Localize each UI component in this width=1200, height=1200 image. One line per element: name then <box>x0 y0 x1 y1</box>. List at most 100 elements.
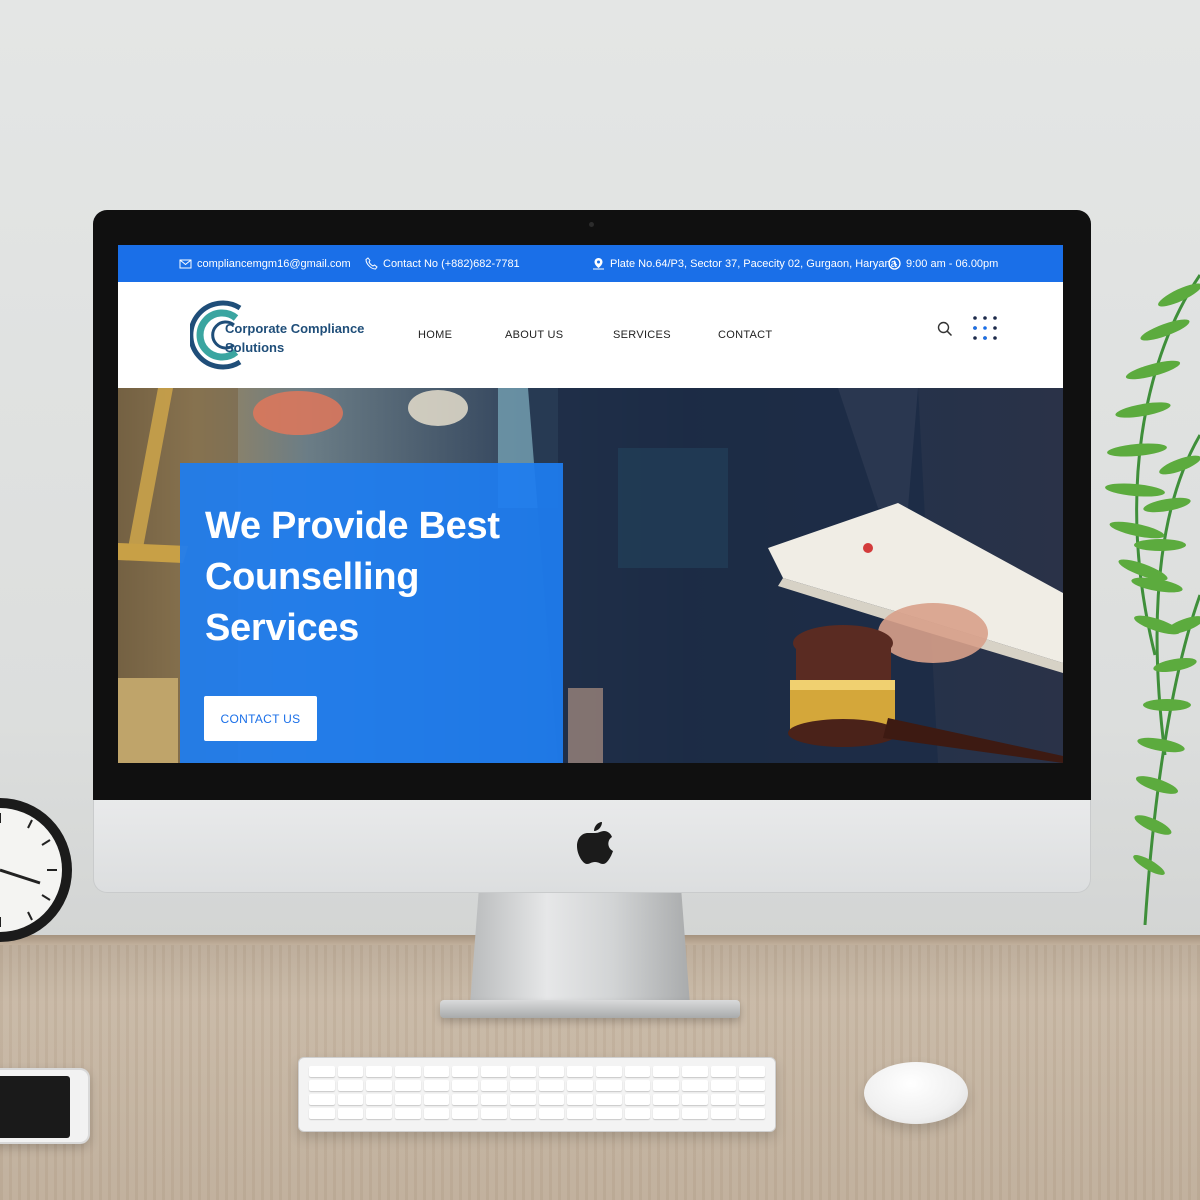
main-navigation: Corporate Compliance Solutions HOME ABOU… <box>118 282 1063 388</box>
nav-services[interactable]: SERVICES <box>613 282 671 388</box>
keyboard-key <box>366 1094 393 1105</box>
hero-title-line-1: We Provide Best <box>205 505 500 547</box>
keyboard-key <box>653 1108 679 1119</box>
keyboard-key <box>481 1094 507 1105</box>
keyboard-key <box>452 1094 479 1105</box>
logo-line-1: Corporate Compliance <box>225 321 365 336</box>
phone-icon <box>365 257 378 270</box>
topbar-email[interactable]: compliancemgm16@gmail.com <box>179 245 351 282</box>
keyboard <box>298 1057 776 1132</box>
keyboard-key <box>595 1094 622 1105</box>
keyboard-key <box>509 1066 536 1077</box>
logo-text[interactable]: Corporate Compliance Solutions <box>225 319 364 357</box>
keyboard-key <box>538 1094 565 1105</box>
keyboard-key <box>624 1066 651 1077</box>
keyboard-key <box>624 1094 651 1105</box>
hero-callout-box: We Provide Best Counselling Services CON… <box>180 463 563 763</box>
keyboard-key <box>366 1108 393 1119</box>
keyboard-key <box>653 1094 679 1105</box>
keyboard-key <box>681 1108 708 1119</box>
keyboard-key <box>309 1108 335 1119</box>
keyboard-key <box>481 1066 507 1077</box>
keyboard-key <box>423 1094 450 1105</box>
keyboard-key <box>395 1066 421 1077</box>
apple-logo-icon <box>577 822 613 864</box>
phone-text: Contact No (+882)682-7781 <box>383 257 520 270</box>
contact-us-button[interactable]: CONTACT US <box>204 696 317 741</box>
keyboard-key <box>567 1066 593 1077</box>
keyboard-key <box>739 1108 765 1119</box>
grid-menu-icon[interactable] <box>970 313 1000 343</box>
keyboard-key <box>509 1108 536 1119</box>
magic-mouse <box>864 1062 968 1124</box>
keyboard-key <box>452 1108 479 1119</box>
keyboard-key <box>395 1108 421 1119</box>
imac-stand-base <box>440 1000 740 1018</box>
logo-line-2: Solutions <box>225 340 285 355</box>
hero-banner: We Provide Best Counselling Services CON… <box>118 388 1063 763</box>
nav-home[interactable]: HOME <box>418 282 452 388</box>
address-text: Plate No.64/P3, Sector 37, Pacecity 02, … <box>610 257 897 270</box>
keyboard-key <box>567 1080 593 1091</box>
hero-title: We Provide Best Counselling Services <box>205 501 555 654</box>
keyboard-key <box>538 1066 565 1077</box>
keyboard-key <box>624 1108 651 1119</box>
keyboard-key <box>710 1094 737 1105</box>
top-info-bar: compliancemgm16@gmail.com Contact No (+8… <box>118 245 1063 282</box>
keyboard-key <box>309 1094 335 1105</box>
keyboard-key <box>681 1066 708 1077</box>
keyboard-key <box>337 1066 364 1077</box>
topbar-hours: 9:00 am - 06.00pm <box>888 245 998 282</box>
keyboard-key <box>452 1080 479 1091</box>
keyboard-key <box>681 1094 708 1105</box>
keyboard-key <box>653 1080 679 1091</box>
clock-icon <box>888 257 901 270</box>
location-icon <box>593 258 604 270</box>
hero-title-line-3: Services <box>205 607 359 649</box>
website-screen: compliancemgm16@gmail.com Contact No (+8… <box>118 245 1063 763</box>
keyboard-key <box>710 1080 737 1091</box>
keyboard-key <box>423 1080 450 1091</box>
desk-clock <box>0 798 72 942</box>
keyboard-key <box>423 1066 450 1077</box>
topbar-phone[interactable]: Contact No (+882)682-7781 <box>365 245 520 282</box>
keyboard-key <box>739 1066 765 1077</box>
keyboard-key <box>509 1080 536 1091</box>
keyboard-key <box>567 1094 593 1105</box>
keyboard-key <box>337 1108 364 1119</box>
keyboard-key <box>739 1080 765 1091</box>
email-text: compliancemgm16@gmail.com <box>197 257 351 270</box>
keyboard-key <box>595 1108 622 1119</box>
keyboard-key <box>337 1080 364 1091</box>
keyboard-key <box>395 1094 421 1105</box>
phone-screen <box>0 1076 70 1138</box>
keyboard-key <box>452 1066 479 1077</box>
imac-stand <box>470 890 690 1005</box>
keyboard-key <box>681 1080 708 1091</box>
keyboard-key <box>423 1108 450 1119</box>
keyboard-key <box>509 1094 536 1105</box>
topbar-address: Plate No.64/P3, Sector 37, Pacecity 02, … <box>592 245 897 282</box>
keyboard-key <box>481 1080 507 1091</box>
keyboard-key <box>710 1108 737 1119</box>
keyboard-key <box>538 1080 565 1091</box>
keyboard-key <box>366 1066 393 1077</box>
smartphone <box>0 1068 90 1144</box>
keyboard-key <box>309 1066 335 1077</box>
keyboard-key <box>653 1066 679 1077</box>
keyboard-key <box>739 1094 765 1105</box>
keyboard-key <box>624 1080 651 1091</box>
keyboard-key <box>538 1108 565 1119</box>
keyboard-key <box>366 1080 393 1091</box>
keyboard-key <box>481 1108 507 1119</box>
fern-plant <box>1105 274 1200 925</box>
nav-contact[interactable]: CONTACT <box>718 282 772 388</box>
camera-icon <box>589 222 594 227</box>
hours-text: 9:00 am - 06.00pm <box>906 257 999 270</box>
nav-about-us[interactable]: ABOUT US <box>505 282 563 388</box>
keyboard-key <box>337 1094 364 1105</box>
keyboard-key <box>309 1080 335 1091</box>
mail-icon <box>179 259 192 269</box>
hero-title-line-2: Counselling <box>205 556 420 598</box>
search-icon[interactable] <box>936 320 954 338</box>
